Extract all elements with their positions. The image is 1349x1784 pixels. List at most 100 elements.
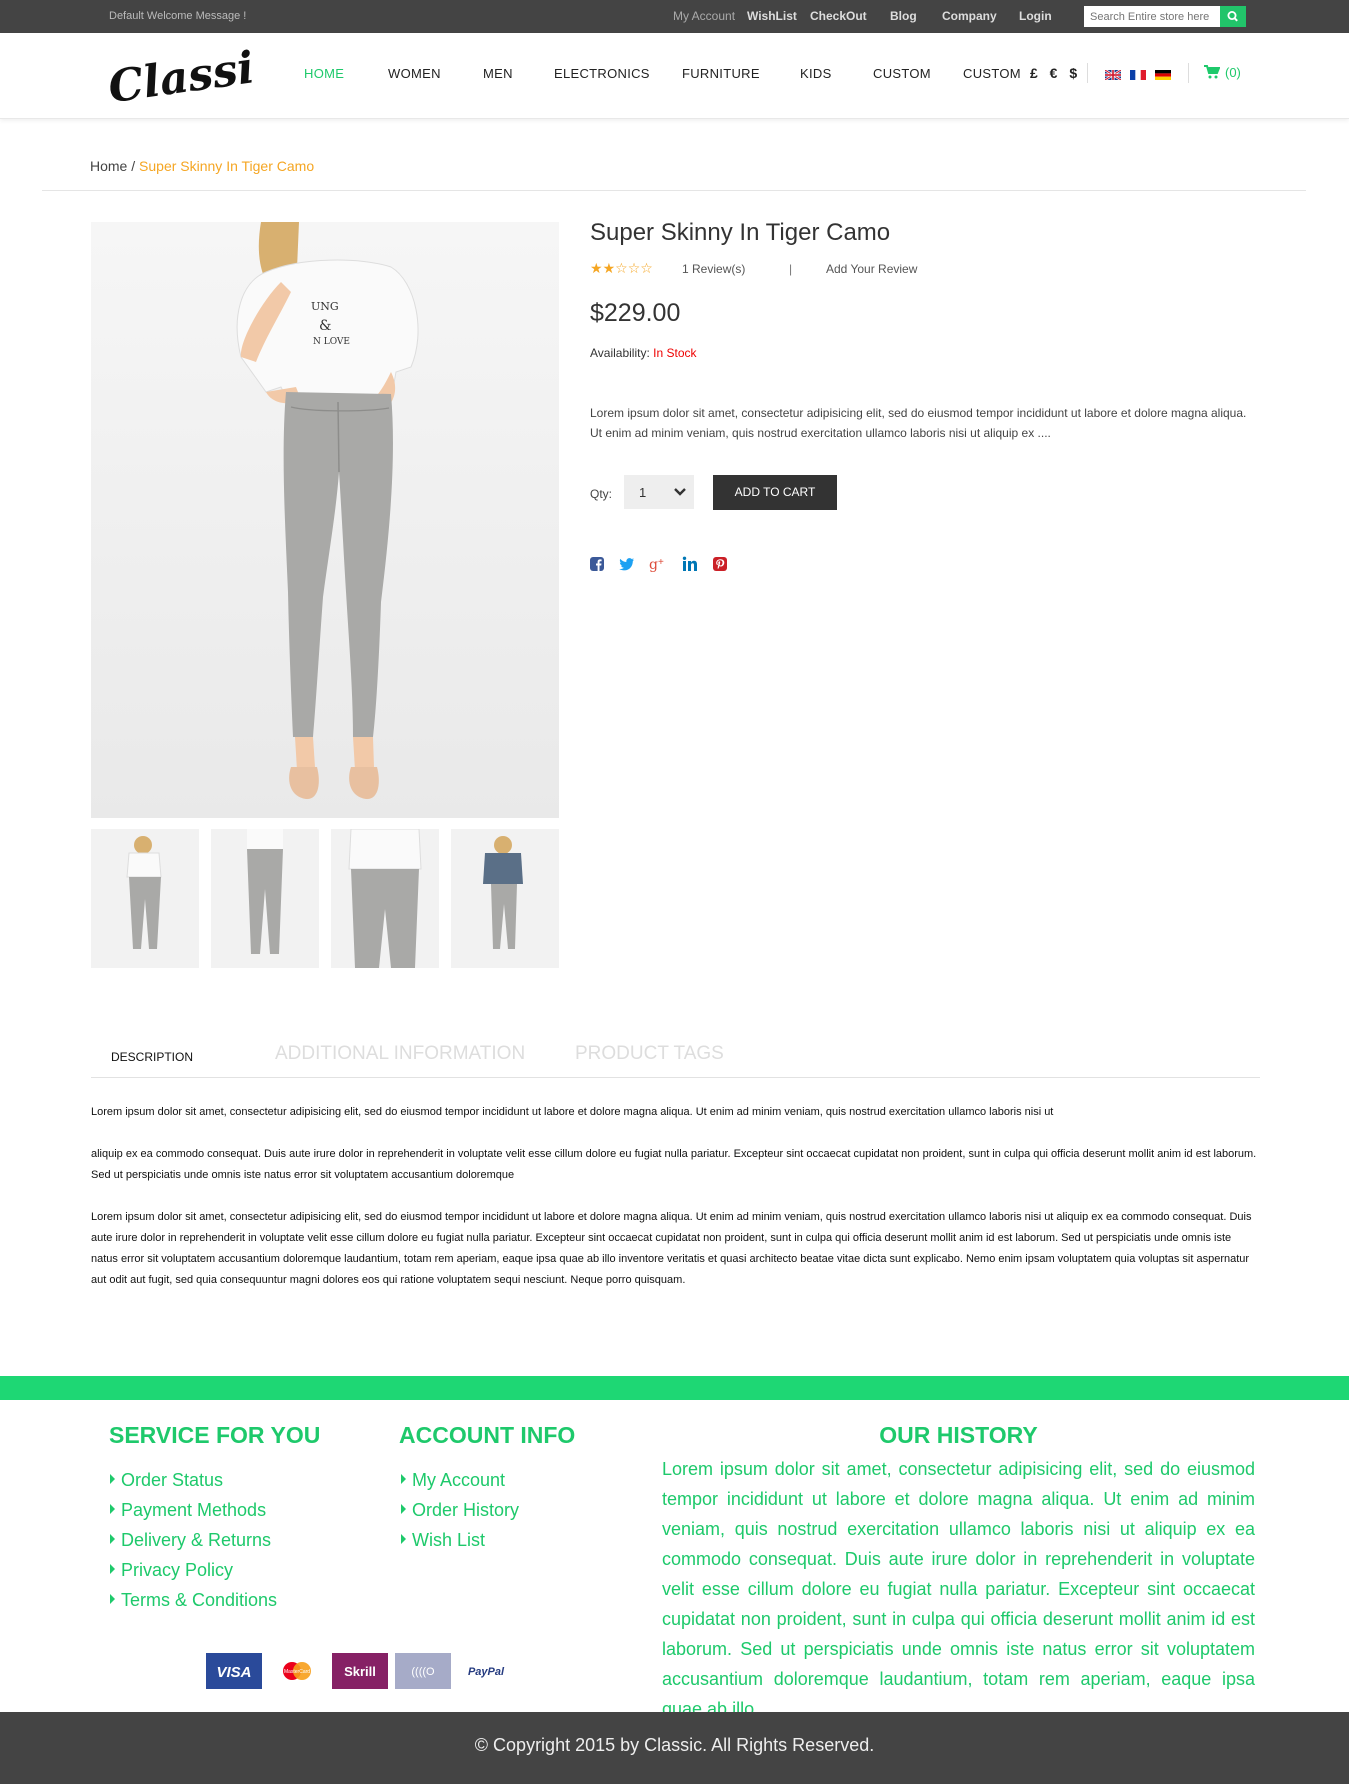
top-link-blog[interactable]: Blog [890, 9, 917, 23]
breadcrumb: Home / Super Skinny In Tiger Camo [90, 158, 314, 174]
footer-link-terms-conditions[interactable]: Terms & Conditions [110, 1585, 277, 1615]
caret-right-icon [110, 1474, 115, 1485]
svg-text:MasterCard: MasterCard [284, 1669, 310, 1675]
tab-description[interactable]: DESCRIPTION [111, 1050, 193, 1064]
caret-right-icon [110, 1564, 115, 1575]
footer-link-wish-list[interactable]: Wish List [401, 1525, 519, 1555]
uk-flag-icon[interactable] [1105, 70, 1121, 80]
nav-home[interactable]: HOME [304, 66, 344, 81]
quantity-select[interactable]: 1 [624, 475, 694, 509]
star-empty-icon: ☆ [615, 260, 628, 276]
top-link-wishlist[interactable]: WishList [747, 9, 797, 23]
product-title: Super Skinny In Tiger Camo [590, 219, 891, 246]
search-button[interactable] [1220, 6, 1246, 27]
thumbnail-photo [211, 829, 319, 968]
footer-link-delivery-returns[interactable]: Delivery & Returns [110, 1525, 277, 1555]
short-description: Lorem ipsum dolor sit amet, consectetur … [590, 406, 1247, 440]
breadcrumb-current: Super Skinny In Tiger Camo [139, 158, 315, 174]
availability-label: Availability: [590, 346, 650, 360]
cart-count: (0) [1225, 65, 1241, 80]
quantity-value: 1 [639, 485, 647, 500]
star-empty-icon: ☆ [640, 260, 653, 276]
tab-product-tags[interactable]: PRODUCT TAGS [575, 1043, 724, 1065]
chevron-down-icon [674, 488, 686, 496]
thumbnail-1[interactable] [91, 829, 199, 968]
thumbnail-4[interactable] [451, 829, 559, 968]
svg-text:+: + [658, 557, 664, 568]
nav-furniture[interactable]: FURNITURE [682, 66, 760, 81]
description-paragraph-3: Lorem ipsum dolor sit amet, consectetur … [91, 1211, 1252, 1286]
caret-right-icon [401, 1474, 406, 1485]
footer-link-order-status[interactable]: Order Status [110, 1465, 277, 1495]
top-link-login[interactable]: Login [1019, 9, 1052, 23]
nav-kids[interactable]: KIDS [800, 66, 832, 81]
visa-icon: VISA [206, 1653, 262, 1689]
footer-link-payment-methods[interactable]: Payment Methods [110, 1495, 277, 1525]
shopping-cart-icon [1204, 65, 1221, 79]
nav-electronics[interactable]: ELECTRONICS [554, 66, 650, 81]
thumbnail-2[interactable] [211, 829, 319, 968]
caret-right-icon [110, 1594, 115, 1605]
footer-link-order-history[interactable]: Order History [401, 1495, 519, 1525]
tab-additional-information[interactable]: ADDITIONAL INFORMATION [275, 1043, 525, 1065]
footer-accent-bar [0, 1376, 1349, 1400]
footer-link-privacy-policy[interactable]: Privacy Policy [110, 1555, 277, 1585]
link-label: Payment Methods [121, 1500, 267, 1520]
history-heading: OUR HISTORY [879, 1422, 1038, 1448]
caret-right-icon [110, 1504, 115, 1515]
breadcrumb-home[interactable]: Home [90, 158, 127, 174]
thumbnail-3[interactable] [331, 829, 439, 968]
skrill-icon: Skrill [332, 1653, 388, 1689]
classic-logo: Classic [105, 39, 284, 114]
mastercard-icon: MasterCard [269, 1653, 325, 1689]
top-link-company[interactable]: Company [942, 9, 997, 23]
pinterest-icon[interactable] [712, 556, 728, 572]
search-input[interactable] [1084, 6, 1219, 27]
model-photo: UNG & N LOVE [91, 222, 559, 818]
top-link-my-account[interactable]: My Account [673, 9, 735, 23]
nav-men[interactable]: MEN [483, 66, 513, 81]
footer-link-my-account[interactable]: My Account [401, 1465, 519, 1495]
qty-label: Qty: [590, 487, 613, 501]
svg-text:PayPal: PayPal [468, 1666, 505, 1678]
account-heading: ACCOUNT INFO [399, 1422, 576, 1448]
caret-right-icon [110, 1534, 115, 1545]
divider [1188, 63, 1189, 83]
reviews-link[interactable]: 1 Review(s) [682, 262, 745, 276]
contactless-icon: ((((O [395, 1653, 451, 1689]
shirt-print: UNG [311, 300, 339, 313]
currency-selector[interactable]: £ € $ [1030, 65, 1081, 81]
logo[interactable]: Classic [105, 38, 284, 114]
star-rating: ★★☆☆☆ [590, 260, 653, 277]
availability-status: In Stock [653, 346, 697, 360]
history-text: Lorem ipsum dolor sit amet, consectetur … [662, 1459, 1255, 1719]
copyright-bar: © Copyright 2015 by Classic. All Rights … [0, 1712, 1349, 1784]
link-label: Order History [412, 1500, 520, 1520]
product-price: $229.00 [590, 299, 681, 327]
divider [1087, 63, 1088, 83]
description-paragraph-2: aliquip ex ea commodo consequat. Duis au… [91, 1148, 1257, 1181]
add-review-link[interactable]: Add Your Review [826, 262, 917, 276]
nav-custom-1[interactable]: CUSTOM [873, 66, 931, 81]
description-paragraph-1: Lorem ipsum dolor sit amet, consectetur … [91, 1106, 1054, 1118]
paypal-icon: PayPal [458, 1653, 514, 1689]
main-product-image[interactable]: UNG & N LOVE [91, 222, 559, 818]
nav-custom-2[interactable]: CUSTOM [963, 66, 1021, 81]
link-label: Delivery & Returns [121, 1530, 272, 1550]
breadcrumb-separator: / [127, 158, 140, 174]
link-label: Privacy Policy [121, 1560, 234, 1580]
cart-button[interactable]: (0) [1204, 65, 1241, 80]
svg-text:((((O: ((((O [411, 1666, 435, 1678]
france-flag-icon[interactable] [1130, 70, 1146, 80]
germany-flag-icon[interactable] [1155, 70, 1171, 80]
facebook-icon[interactable] [589, 556, 605, 572]
account-links: My Account Order History Wish List [401, 1465, 519, 1555]
top-link-checkout[interactable]: CheckOut [810, 9, 867, 23]
divider [91, 1077, 1260, 1078]
twitter-icon[interactable] [619, 556, 635, 572]
add-to-cart-button[interactable]: ADD TO CART [713, 475, 837, 510]
svg-text:g: g [649, 557, 658, 572]
nav-women[interactable]: WOMEN [388, 66, 441, 81]
google-plus-icon[interactable]: g + [649, 556, 669, 572]
linkedin-icon[interactable] [682, 556, 698, 572]
